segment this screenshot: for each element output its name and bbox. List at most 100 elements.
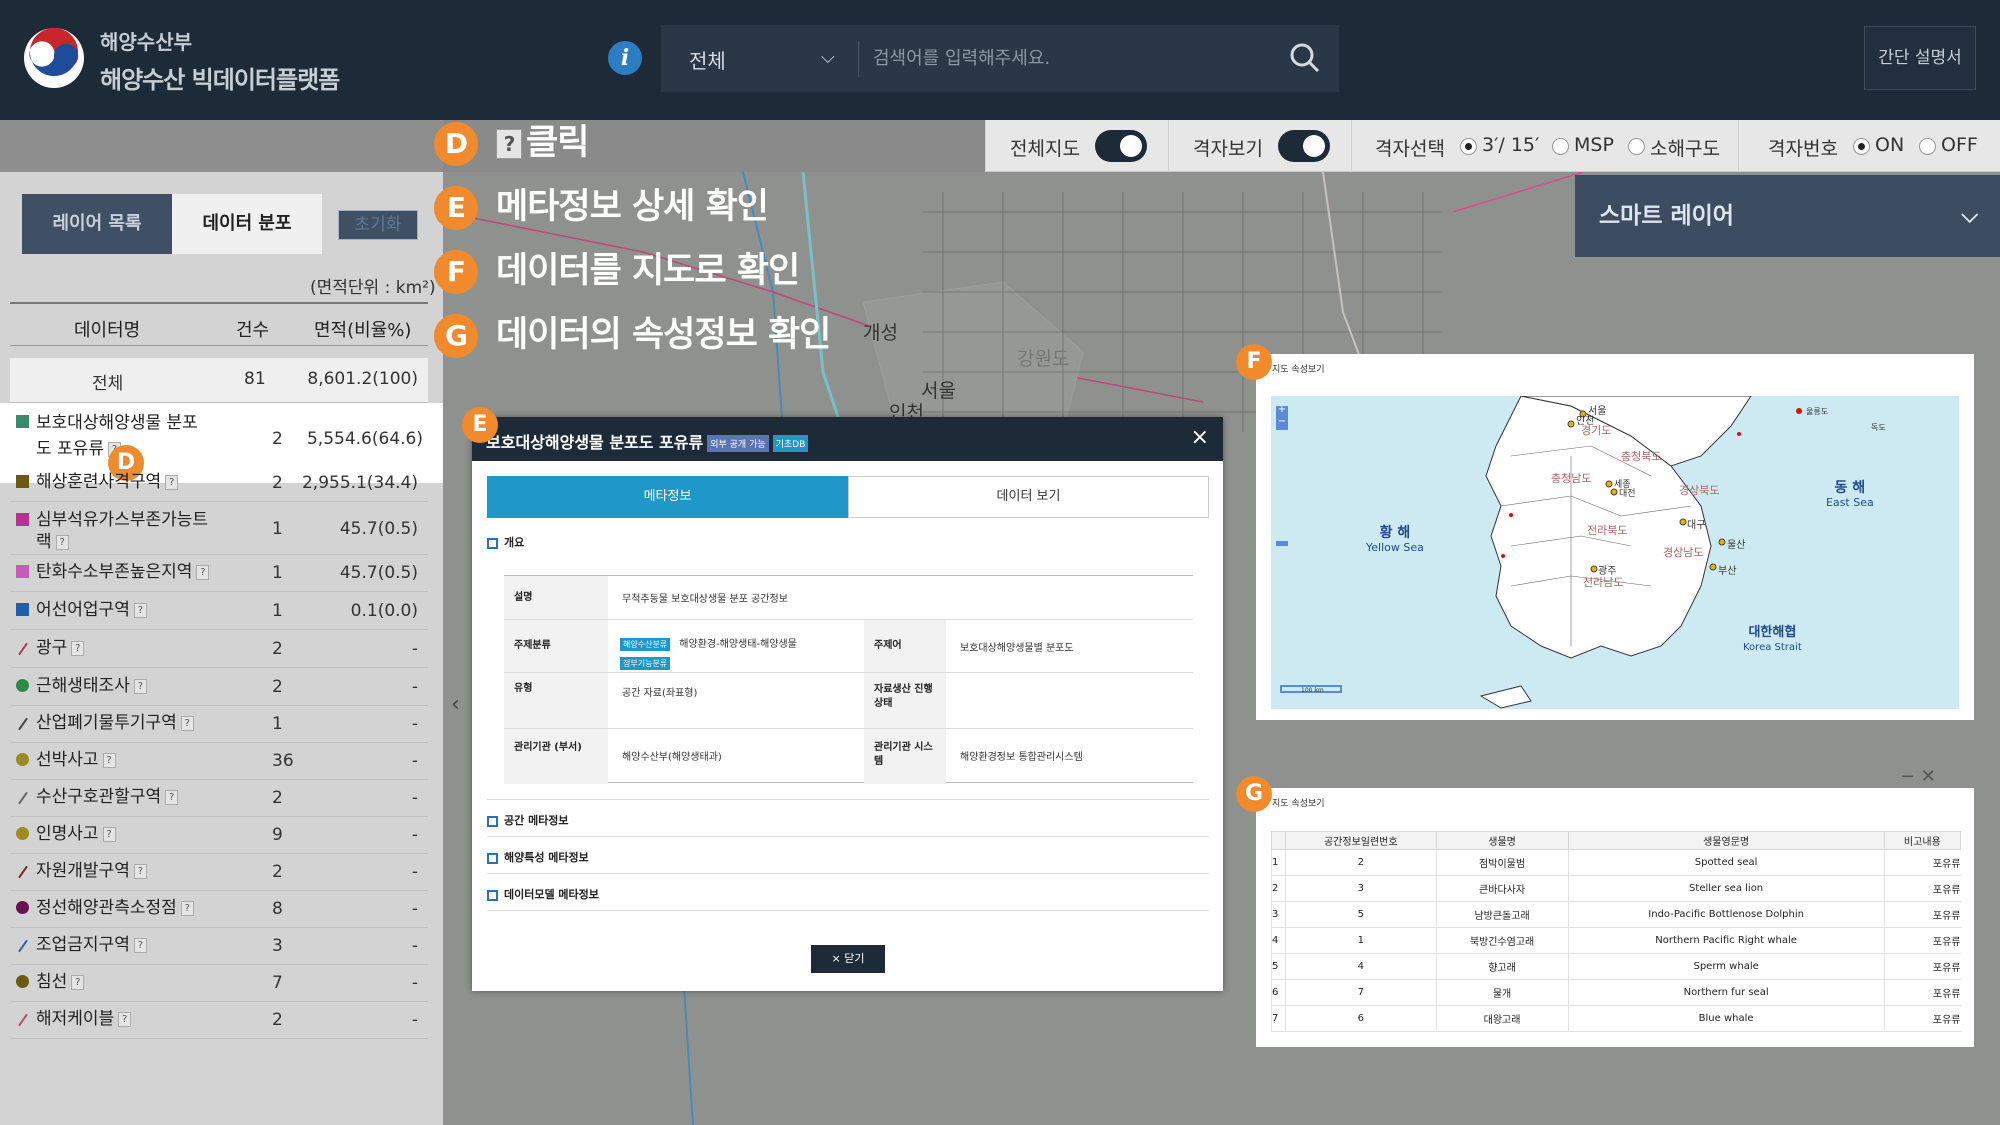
grid-option-msp[interactable]: MSP [1574,134,1614,156]
table-row[interactable]: 7 6 대왕고래 Blue whale 포유류 [1271,1005,1961,1032]
grid-option-sohaegudo[interactable]: 소해구도 [1650,134,1720,161]
help-icon[interactable]: ? [165,474,179,490]
list-item[interactable]: 조업금지구역? 3 - [10,928,428,965]
korea-map[interactable]: + − 100 km 황 해 Yellow Sea 동 해 East Sea 대한해… [1271,396,1959,709]
grid-number-off-radio[interactable] [1919,138,1936,155]
list-item-count: 1 [272,601,283,621]
search-icon[interactable] [1288,41,1322,75]
section-divider [487,799,1209,800]
column-header[interactable]: 생물명 [1435,831,1569,850]
full-map-toggle[interactable] [1095,130,1147,162]
panel-title: 지도 속성보기 [1272,365,1325,375]
government-logo-icon[interactable] [22,20,86,96]
column-header[interactable]: 생물영문명 [1567,831,1885,850]
help-icon[interactable]: ? [71,640,85,656]
panel-window-controls[interactable]: − ✕ [1900,766,1936,787]
zoom-in-icon[interactable]: + [1276,404,1288,416]
list-item-name: 해상훈련사격구역? [36,471,216,493]
search-category-select[interactable]: 전체 [689,45,726,74]
grid-number-off[interactable]: OFF [1941,134,1978,156]
list-item[interactable]: 정선해양관측소정점? 8 - [10,891,428,928]
column-header[interactable]: 비고내용 [1883,831,1962,850]
list-item[interactable]: 탄화수소부존높은지역? 1 45.7(0.5) [10,555,428,592]
list-item[interactable]: 산업폐기물투기구역? 1 - [10,706,428,743]
table-row[interactable]: 4 1 북방긴수염고래 Northern Pacific Right whale 포유류 [1271,927,1961,954]
info-icon[interactable]: i [608,41,642,75]
step-text: 메타정보 상세 확인 [496,187,769,227]
column-header[interactable] [1271,831,1286,850]
table-cell: 포유류 [1883,927,1961,954]
table-cell: 포유류 [1883,953,1961,980]
label-korea-strait-ko: 대한해협 [1748,625,1797,640]
list-item-area: 2,955.1(34.4) [301,473,418,493]
list-item[interactable]: 수산구호관할구역? 2 - [10,780,428,817]
help-icon[interactable]: ? [118,1011,132,1027]
table-row[interactable]: 3 5 남방큰돌고래 Indo-Pacific Bottlenose Dolphin 포… [1271,901,1961,928]
help-icon[interactable]: ? [102,752,116,768]
label-korea-strait: 대한해협 Korea Strait [1743,626,1802,655]
help-icon[interactable]: ? [180,715,194,731]
grid-option-3-15[interactable]: 3′/ 15′ [1482,134,1539,156]
grid-radio-msp[interactable] [1552,138,1569,155]
list-item-area: - [411,825,418,845]
help-icon[interactable]: ? [165,789,179,805]
list-item[interactable]: 해저케이블? 2 - [10,1002,428,1039]
smart-layer-dropdown[interactable]: 스마트 레이어 ⌵ [1575,175,2000,257]
tab-layer-list[interactable]: 레이어 목록 [22,194,172,254]
grid-radio-3-15[interactable] [1460,138,1477,155]
section-spatial-meta[interactable]: 공간 메타정보 [487,812,569,828]
list-item-name: 인명사고? [36,823,216,845]
help-icon[interactable]: ? [133,863,147,879]
help-icon[interactable]: ? [55,534,69,550]
platform-title[interactable]: 해양수산 빅데이터플랫폼 [100,60,340,95]
list-item[interactable]: 근해생태조사? 2 - [10,669,428,706]
list-item[interactable]: 심부석유가스부존가능트랙? 1 45.7(0.5) [10,503,428,555]
table-row[interactable]: 1 2 점박이물범 Spotted seal 포유류 [1271,849,1961,876]
map-collapse-arrow[interactable]: ‹ [451,692,460,717]
close-icon[interactable]: × [1191,425,1209,450]
list-item[interactable]: 광구? 2 - [10,631,428,668]
list-item-label: 해상훈련사격구역 [36,472,162,492]
column-header[interactable]: 공간정보일련번호 [1285,831,1437,850]
help-icon[interactable]: ? [102,826,116,842]
grid-number-on[interactable]: ON [1875,134,1904,156]
grid-radio-sohaegudo[interactable] [1628,138,1645,155]
grid-number-on-radio[interactable] [1853,138,1870,155]
step-badge-f: F [1236,344,1272,380]
list-item[interactable]: 선박사고? 36 - [10,743,428,780]
quick-guide-button[interactable]: 간단 설명서 [1864,26,1976,90]
help-icon[interactable]: ? [196,564,210,580]
chevron-down-icon[interactable]: ⌵ [821,47,835,68]
list-item[interactable]: 해상훈련사격구역? 2 2,955.1(34.4) [10,465,428,502]
help-icon[interactable]: ? [133,937,147,953]
tab-data-distribution[interactable]: 데이터 분포 [172,194,322,254]
list-item-label: 해저케이블 [36,1009,115,1029]
help-icon[interactable]: ? [71,974,85,990]
grid-view-toggle[interactable] [1278,130,1330,162]
total-count: 81 [244,369,266,389]
help-icon[interactable]: ? [133,678,147,694]
reset-button[interactable]: 초기화 [338,210,418,240]
list-item[interactable]: 인명사고? 9 - [10,817,428,854]
tab-data-view[interactable]: 데이터 보기 [848,476,1209,518]
chevron-down-icon[interactable]: ⌵ [1961,175,1978,257]
section-model-meta[interactable]: 데이터모델 메타정보 [487,886,599,902]
table-cell: 7 [1271,1005,1286,1032]
table-row[interactable]: 2 3 큰바다사자 Steller sea lion 포유류 [1271,875,1961,902]
zoom-out-icon[interactable]: − [1276,416,1288,428]
list-item[interactable]: 어선어업구역? 1 0.1(0.0) [10,593,428,630]
list-item-area: 45.7(0.5) [339,519,418,539]
table-row[interactable]: 6 7 물개 Northern fur seal 포유류 [1271,979,1961,1006]
section-ocean-meta[interactable]: 해양특성 메타정보 [487,849,589,865]
list-item[interactable]: 자원개발구역? 2 - [10,854,428,891]
section-overview[interactable]: 개요 [487,534,524,550]
table-row[interactable]: 5 4 향고래 Sperm whale 포유류 [1271,953,1961,980]
list-item-name: 해저케이블? [36,1008,216,1030]
close-button[interactable]: × 닫기 [811,945,885,973]
list-item-name: 침선? [36,971,216,993]
help-icon[interactable]: ? [180,900,194,916]
tab-metadata[interactable]: 메타정보 [487,476,848,518]
search-input[interactable] [873,39,1273,77]
list-item[interactable]: 침선? 7 - [10,965,428,1002]
help-icon[interactable]: ? [133,602,147,618]
